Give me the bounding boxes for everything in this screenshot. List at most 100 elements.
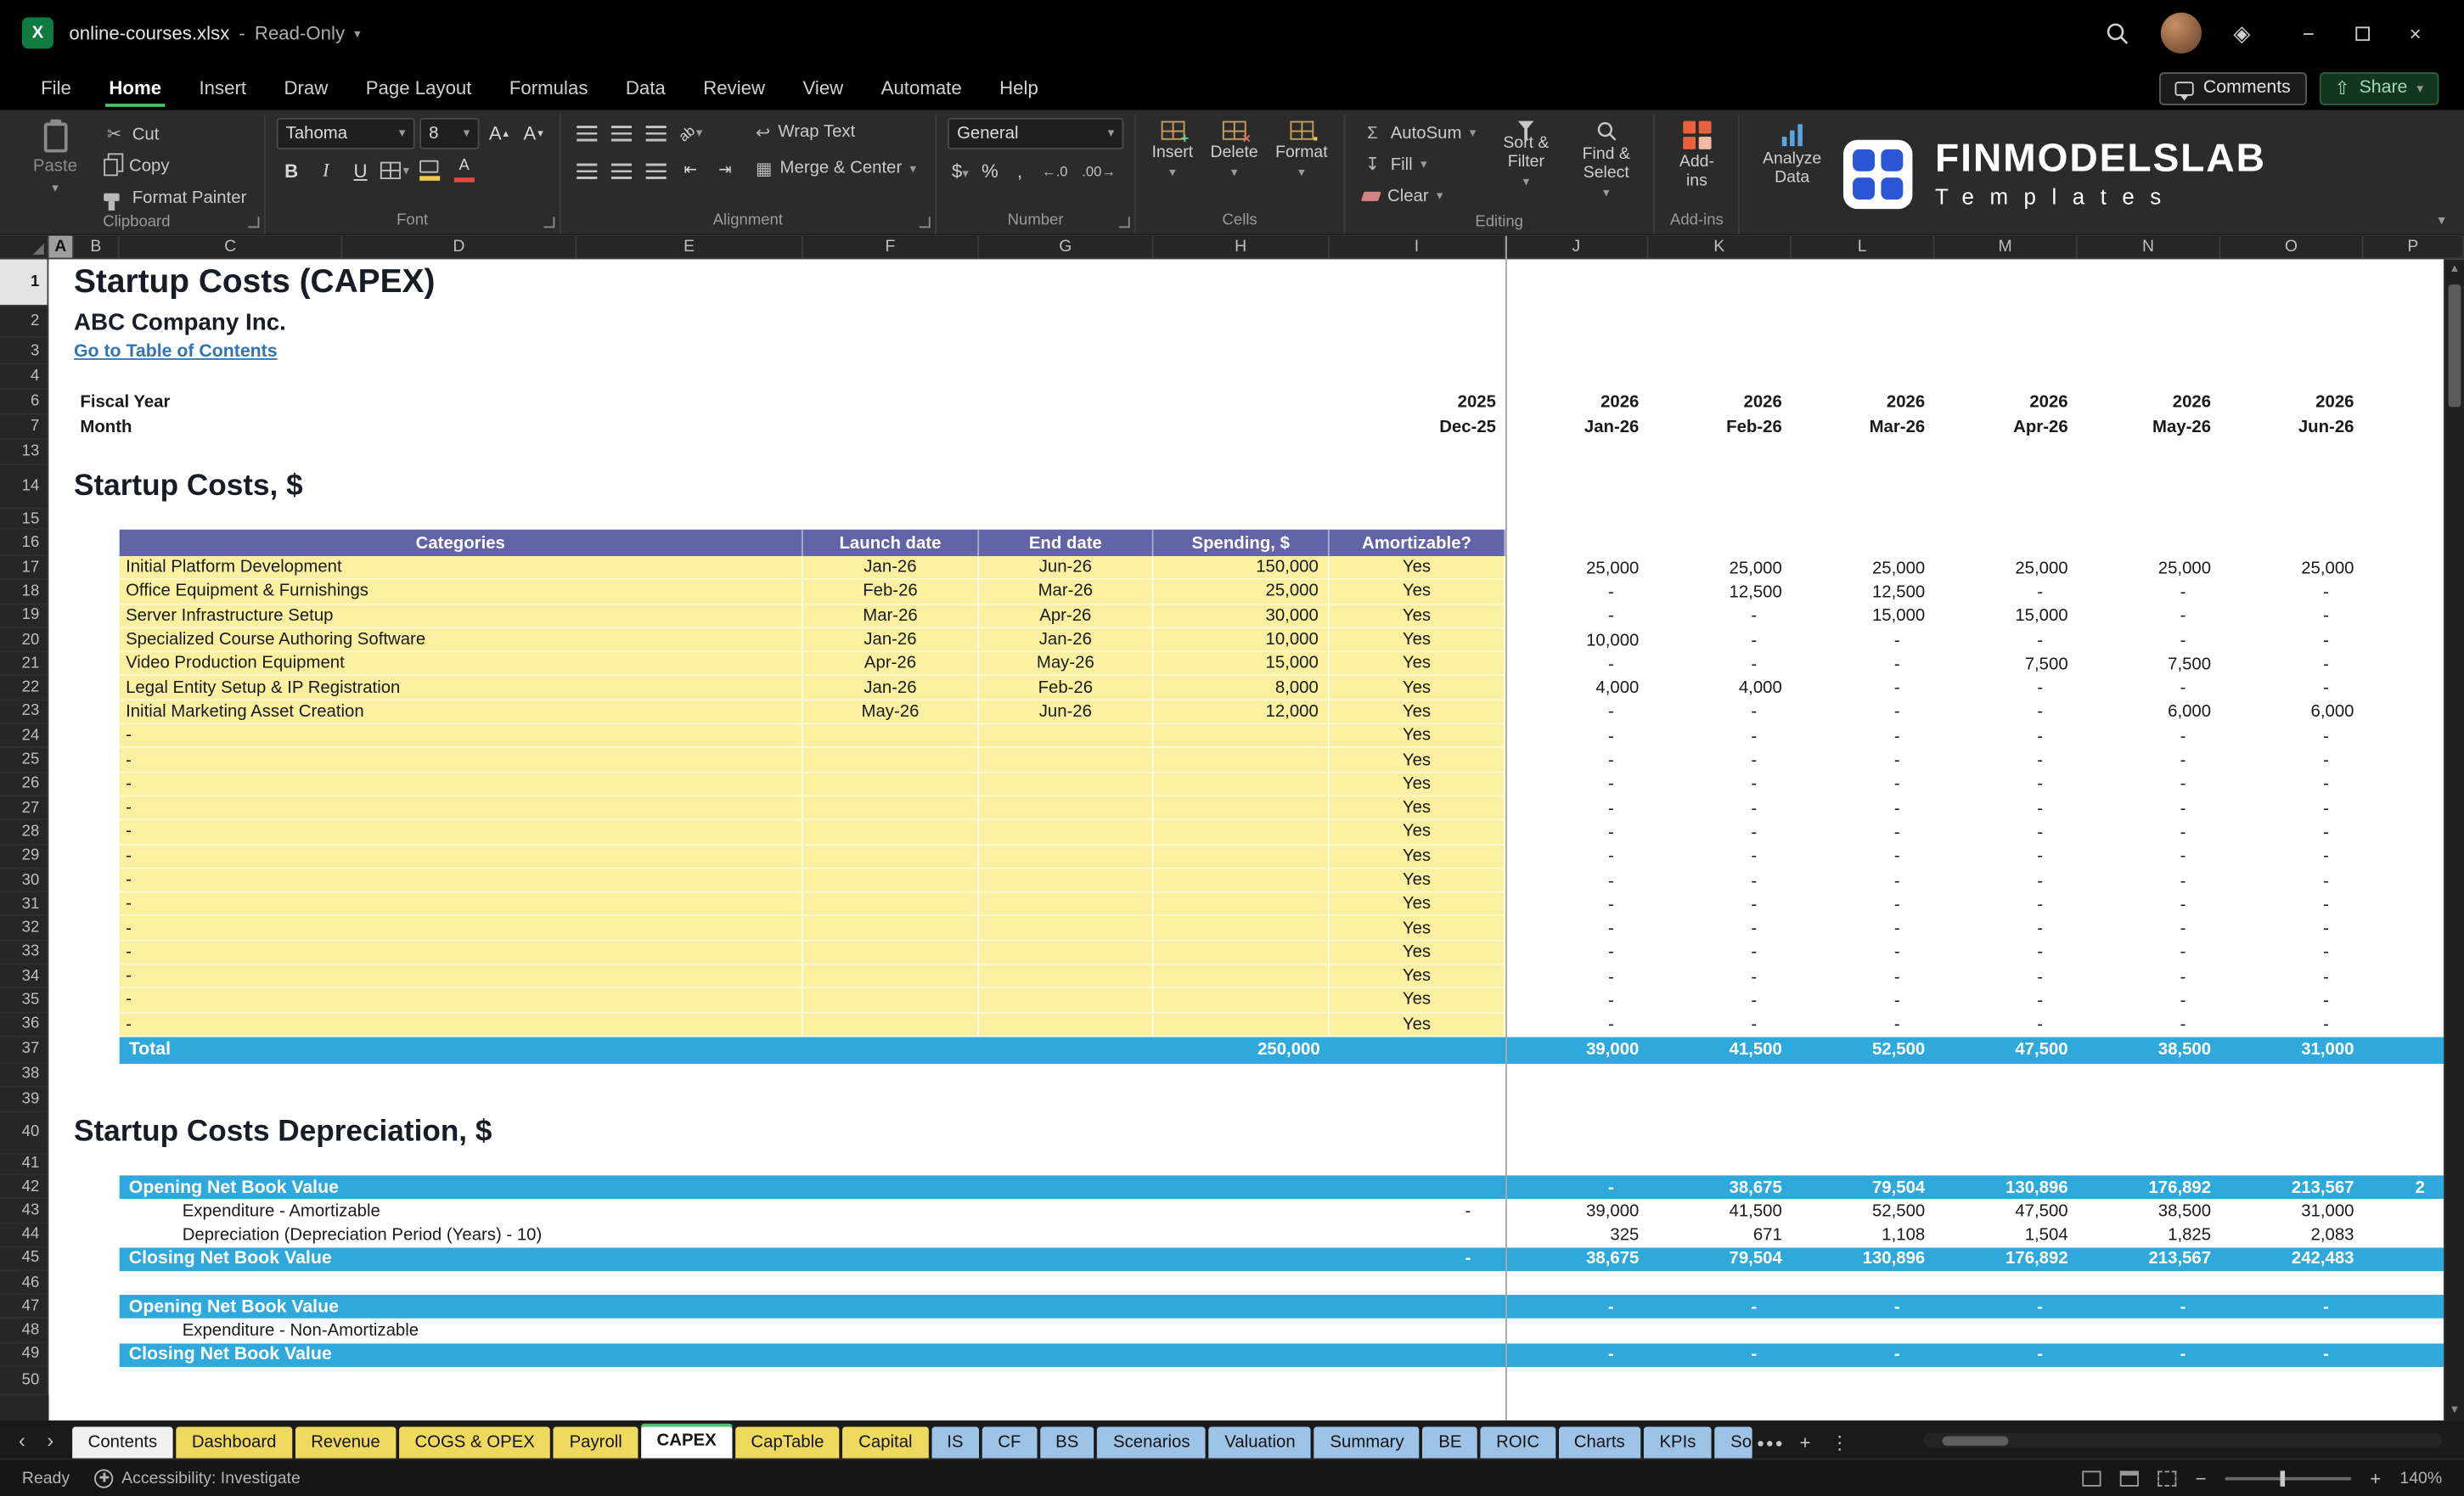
value-cell[interactable]: - <box>1648 628 1791 652</box>
category-cell[interactable]: - <box>119 869 803 893</box>
spending-cell[interactable] <box>1153 869 1330 893</box>
value-cell[interactable]: - <box>1792 893 1934 917</box>
value-cell[interactable]: 130,896 <box>1934 1175 2077 1199</box>
category-cell[interactable]: - <box>119 1013 803 1038</box>
value-cell[interactable]: - <box>1648 869 1791 892</box>
value-cell[interactable]: 176,892 <box>2078 1175 2220 1199</box>
category-cell[interactable]: - <box>119 748 803 773</box>
value-cell[interactable]: Mar-26 <box>1792 415 1934 441</box>
launch-date-cell[interactable]: Jan-26 <box>802 556 980 581</box>
menu-automate[interactable]: Automate <box>865 66 977 110</box>
expenditure-amortizable-label[interactable]: Expenditure - Amortizable <box>120 1200 1154 1223</box>
value-cell[interactable]: 4,000 <box>1648 677 1791 700</box>
column-header-K[interactable]: K <box>1648 235 1792 258</box>
row-header-33[interactable]: 33 <box>0 941 49 965</box>
row-header-22[interactable]: 22 <box>0 676 49 701</box>
decrease-indent-button[interactable]: ⇤ <box>676 155 706 185</box>
value-cell[interactable]: - <box>1330 1200 1505 1223</box>
value-cell[interactable]: - <box>1505 1343 1648 1367</box>
bold-button[interactable]: B <box>277 155 307 185</box>
value-cell[interactable]: 7,500 <box>1934 652 2077 676</box>
value-cell[interactable]: - <box>1505 605 1648 628</box>
row-header-25[interactable]: 25 <box>0 748 49 773</box>
value-cell[interactable]: 38,675 <box>1648 1175 1791 1199</box>
section-heading[interactable]: Startup Costs Depreciation, $ <box>74 1112 1505 1155</box>
value-cell[interactable]: 4,000 <box>1505 677 1648 700</box>
menu-data[interactable]: Data <box>610 66 681 110</box>
total-spending[interactable]: 250,000 <box>1153 1037 1329 1063</box>
value-cell[interactable]: - <box>2078 821 2220 845</box>
value-cell[interactable]: - <box>1648 749 1791 773</box>
value-cell[interactable]: - <box>2078 965 2220 988</box>
amortizable-cell[interactable]: Yes <box>1329 676 1506 701</box>
orientation-button[interactable]: ab ▾ <box>676 118 706 148</box>
sheet-tab-revenue[interactable]: Revenue <box>295 1426 397 1459</box>
value-cell[interactable]: - <box>2220 580 2363 604</box>
value-cell[interactable]: 325 <box>1505 1223 1648 1247</box>
horizontal-scrollbar-thumb[interactable] <box>1942 1435 2009 1445</box>
zoom-out-button[interactable]: − <box>2196 1467 2207 1489</box>
underline-button[interactable]: U <box>346 155 375 185</box>
launch-date-cell[interactable]: May-26 <box>802 700 980 725</box>
vertical-scrollbar[interactable]: ▲ ▼ <box>2443 259 2464 1421</box>
launch-date-cell[interactable] <box>802 772 980 797</box>
company-name[interactable]: ABC Company Inc. <box>74 307 1505 338</box>
dialog-launcher-icon[interactable] <box>248 217 260 228</box>
category-cell[interactable]: - <box>119 724 803 749</box>
value-cell[interactable]: - <box>1505 652 1648 676</box>
row-header-34[interactable]: 34 <box>0 965 49 989</box>
end-date-cell[interactable] <box>979 844 1154 869</box>
value-cell[interactable]: - <box>1505 941 1648 965</box>
launch-date-cell[interactable] <box>802 965 980 989</box>
sheet-tab-captable[interactable]: CapTable <box>734 1426 840 1459</box>
amortizable-cell[interactable]: Yes <box>1329 916 1506 942</box>
spending-cell[interactable]: 150,000 <box>1153 556 1330 581</box>
row-header-50[interactable]: 50 <box>0 1367 49 1396</box>
amortizable-cell[interactable]: Yes <box>1329 965 1506 989</box>
spending-cell[interactable]: 30,000 <box>1153 604 1330 629</box>
value-cell[interactable]: - <box>1505 1175 1648 1199</box>
value-cell[interactable]: - <box>1505 749 1648 773</box>
value-cell[interactable]: - <box>1505 893 1648 917</box>
value-cell[interactable]: - <box>2220 917 2363 941</box>
launch-date-cell[interactable]: Jan-26 <box>802 676 980 701</box>
value-cell[interactable]: 79,504 <box>1792 1175 1934 1199</box>
value-cell[interactable]: - <box>2078 989 2220 1013</box>
dialog-launcher-icon[interactable] <box>919 217 931 228</box>
amortizable-cell[interactable]: Yes <box>1329 772 1506 797</box>
value-cell[interactable]: - <box>1792 652 1934 676</box>
amortizable-cell[interactable]: Yes <box>1329 892 1506 917</box>
category-cell[interactable]: - <box>119 796 803 821</box>
value-cell[interactable]: - <box>1792 749 1934 773</box>
decrease-font-size-button[interactable]: A ▾ <box>519 118 548 148</box>
value-cell[interactable]: - <box>1792 677 1934 700</box>
value-cell[interactable]: - <box>1505 724 1648 748</box>
amortizable-cell[interactable]: Yes <box>1329 796 1506 821</box>
value-cell[interactable]: 10,000 <box>1505 628 1648 652</box>
value-cell[interactable]: - <box>2078 677 2220 700</box>
value-cell[interactable]: 38,675 <box>1505 1247 1648 1271</box>
value-cell[interactable]: - <box>1505 989 1648 1013</box>
clear-button[interactable]: Clear ▾ <box>1356 181 1482 211</box>
value-cell[interactable]: - <box>2220 941 2363 965</box>
dialog-launcher-icon[interactable] <box>1118 217 1130 228</box>
value-cell[interactable]: 39,000 <box>1505 1037 1648 1063</box>
row-header-42[interactable]: 42 <box>0 1175 49 1200</box>
value-cell[interactable]: - <box>1648 1343 1791 1367</box>
value-cell[interactable]: - <box>1505 869 1648 892</box>
accessibility-status[interactable]: ✚ Accessibility: Investigate <box>94 1468 301 1488</box>
sheet-tab-contents[interactable]: Contents <box>72 1426 173 1459</box>
value-cell[interactable]: Apr-26 <box>1934 415 2077 441</box>
value-cell[interactable]: 1,504 <box>1934 1223 2077 1247</box>
amortizable-cell[interactable]: Yes <box>1329 652 1506 677</box>
find-select-button[interactable]: Find & Select ▾ <box>1570 116 1642 205</box>
row-header-38[interactable]: 38 <box>0 1063 49 1088</box>
italic-button[interactable]: I <box>311 155 340 185</box>
value-cell[interactable]: 38,500 <box>2078 1037 2220 1063</box>
value-cell[interactable]: - <box>2220 652 2363 676</box>
row-header-23[interactable]: 23 <box>0 700 49 725</box>
row-header-30[interactable]: 30 <box>0 869 49 893</box>
spending-cell[interactable]: 25,000 <box>1153 580 1330 605</box>
end-date-cell[interactable] <box>979 965 1154 989</box>
sheet-tab-roic[interactable]: ROIC <box>1480 1426 1555 1459</box>
